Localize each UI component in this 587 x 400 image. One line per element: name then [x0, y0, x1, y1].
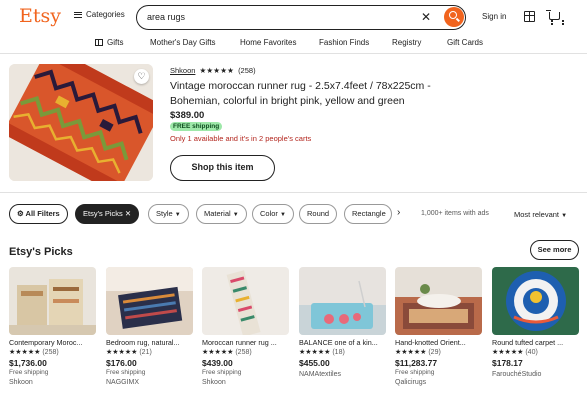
- chevron-down-icon: ▼: [174, 212, 181, 218]
- listing-price: $455.00: [299, 358, 330, 368]
- search-button[interactable]: [444, 7, 464, 27]
- round-filter[interactable]: Round: [299, 204, 338, 224]
- subnav-mothers-day[interactable]: Mother's Day Gifts: [150, 38, 216, 47]
- ad-stock-note: Only 1 available and it's in 2 people's …: [170, 134, 312, 143]
- listing-card[interactable]: Contemporary Moroc... ★★★★★ (258) $1,736…: [9, 267, 96, 386]
- listing-image[interactable]: [492, 267, 579, 335]
- listing-title[interactable]: Bedroom rug, natural...: [106, 338, 193, 347]
- star-rating-icon: ★★★★★: [199, 66, 235, 75]
- listing-card[interactable]: Bedroom rug, natural... ★★★★★ (21) $176.…: [106, 267, 193, 386]
- categories-button[interactable]: Categories: [74, 10, 125, 19]
- listing-rating: ★★★★★ (18): [299, 349, 345, 356]
- listing-shop: Qalicirugs: [395, 379, 427, 386]
- star-rating-icon: ★★★★★: [9, 349, 41, 356]
- chevron-down-icon: ▼: [279, 212, 286, 218]
- listing-price: $11,283.77: [395, 358, 438, 368]
- clear-icon[interactable]: ✕: [421, 10, 431, 24]
- all-filters-button[interactable]: ⚙ All Filters: [9, 204, 68, 224]
- shop-this-item-button[interactable]: Shop this item: [170, 155, 275, 181]
- header: Etsy Categories area rugs ✕ Sign in: [0, 0, 587, 34]
- star-rating-icon: ★★★★★: [202, 349, 234, 356]
- listing-shop: FarouchéStudio: [492, 371, 542, 378]
- listing-card[interactable]: Hand-knotted Orient... ★★★★★ (29) $11,28…: [395, 267, 482, 386]
- sub-navigation: Gifts Mother's Day Gifts Home Favorites …: [0, 34, 587, 54]
- see-more-button[interactable]: See more: [530, 240, 579, 260]
- gift-icon[interactable]: [524, 11, 535, 22]
- subnav-home-favorites[interactable]: Home Favorites: [240, 38, 296, 47]
- listing-title[interactable]: Contemporary Moroc...: [9, 338, 96, 347]
- filter-icon: ⚙: [17, 209, 26, 218]
- listing-rating: ★★★★★ (21): [106, 349, 152, 356]
- listing-title[interactable]: Round tufted carpet ...: [492, 338, 579, 347]
- rug-image: [9, 64, 153, 181]
- rectangle-filter[interactable]: Rectangle: [344, 204, 392, 224]
- close-icon[interactable]: ✕: [125, 209, 131, 218]
- ad-review-count: (258): [238, 66, 256, 75]
- chevron-down-icon: ▼: [561, 213, 568, 219]
- search-input[interactable]: area rugs: [147, 12, 185, 22]
- ad-listing-image[interactable]: [9, 64, 153, 181]
- listing-shipping: Free shipping: [106, 369, 146, 376]
- listing-card[interactable]: Round tufted carpet ... ★★★★★ (40) $178.…: [492, 267, 579, 378]
- etsys-picks-chip[interactable]: Etsy's Picks ✕: [75, 204, 140, 224]
- listing-title[interactable]: BALANCE one of a kin...: [299, 338, 386, 347]
- listing-rating: ★★★★★ (258): [9, 349, 59, 356]
- star-rating-icon: ★★★★★: [492, 349, 524, 356]
- listing-shop: NAMAtextiles: [299, 371, 342, 378]
- chevron-down-icon: ▼: [232, 212, 239, 218]
- ad-shop-name[interactable]: Shkoon: [170, 66, 195, 75]
- gift-icon: [95, 39, 103, 46]
- listing-price: $178.17: [492, 358, 523, 368]
- ad-price: $389.00: [170, 110, 205, 121]
- listing-price: $439.00: [202, 358, 233, 368]
- listing-shipping: Free shipping: [202, 369, 242, 376]
- listing-image[interactable]: [299, 267, 386, 335]
- star-rating-icon: ★★★★★: [395, 349, 427, 356]
- listing-title[interactable]: Moroccan runner rug ...: [202, 338, 289, 347]
- listing-rating: ★★★★★ (258): [202, 349, 252, 356]
- listing-rating: ★★★★★ (29): [395, 349, 441, 356]
- listing-rating: ★★★★★ (40): [492, 349, 538, 356]
- sort-dropdown[interactable]: Most relevant ▼: [514, 210, 567, 219]
- listing-image[interactable]: [106, 267, 193, 335]
- section-title: Etsy's Picks: [9, 246, 73, 258]
- free-shipping-badge: FREE shipping: [170, 122, 223, 131]
- results-count: 1,000+ items with ads: [421, 210, 489, 217]
- color-filter[interactable]: Color ▼: [252, 204, 294, 224]
- filter-bar: ⚙ All Filters Etsy's Picks ✕ Style ▼ Mate…: [0, 204, 587, 226]
- listing-price: $1,736.00: [9, 358, 47, 368]
- subnav-gift-cards[interactable]: Gift Cards: [447, 38, 483, 47]
- listing-title[interactable]: Hand-knotted Orient...: [395, 338, 482, 347]
- star-rating-icon: ★★★★★: [106, 349, 138, 356]
- sign-in-link[interactable]: Sign in: [482, 12, 506, 21]
- listing-shop: NAGGIMX: [106, 379, 140, 386]
- ad-title[interactable]: Vintage moroccan runner rug - 2.5x7.4fee…: [170, 79, 470, 109]
- material-filter[interactable]: Material ▼: [196, 204, 247, 224]
- chevron-right-icon[interactable]: ›: [397, 207, 400, 218]
- etsy-logo[interactable]: Etsy: [19, 5, 61, 27]
- search-bar: area rugs ✕: [136, 5, 466, 30]
- subnav-fashion-finds[interactable]: Fashion Finds: [319, 38, 369, 47]
- subnav-registry[interactable]: Registry: [392, 38, 421, 47]
- style-filter[interactable]: Style ▼: [148, 204, 189, 224]
- star-rating-icon: ★★★★★: [299, 349, 331, 356]
- divider: [0, 192, 587, 193]
- categories-label: Categories: [86, 10, 125, 19]
- listing-card[interactable]: Moroccan runner rug ... ★★★★★ (258) $439…: [202, 267, 289, 386]
- listing-shop: Shkoon: [9, 379, 33, 386]
- listing-image[interactable]: [9, 267, 96, 335]
- listing-image[interactable]: [202, 267, 289, 335]
- listing-shipping: Free shipping: [395, 369, 435, 376]
- ad-shop-info: Shkoon ★★★★★ (258): [170, 66, 256, 75]
- listing-shop: Shkoon: [202, 379, 226, 386]
- listing-image[interactable]: [395, 267, 482, 335]
- subnav-gifts[interactable]: Gifts: [95, 38, 123, 47]
- favorite-heart-icon[interactable]: ♡: [134, 69, 149, 84]
- listing-card[interactable]: BALANCE one of a kin... ★★★★★ (18) $455.…: [299, 267, 386, 378]
- listing-shipping: Free shipping: [9, 369, 49, 376]
- listing-price: $176.00: [106, 358, 137, 368]
- menu-icon: [74, 11, 82, 18]
- cart-icon[interactable]: [546, 10, 564, 23]
